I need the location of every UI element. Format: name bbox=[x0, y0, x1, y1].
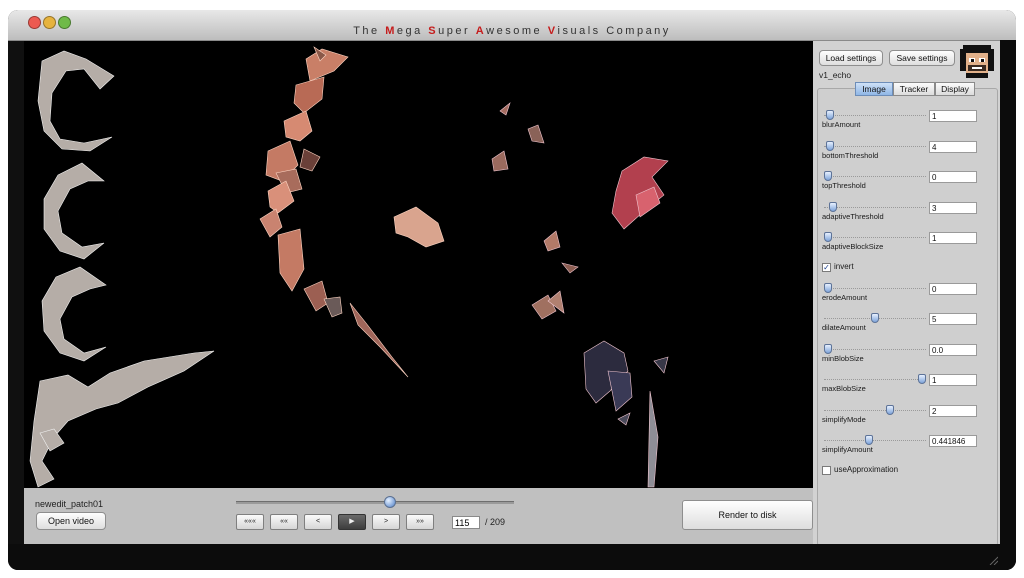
dilateAmount-label: dilateAmount bbox=[822, 323, 866, 332]
rewind-button[interactable]: «« bbox=[270, 514, 298, 530]
bottomThreshold-label: bottomThreshold bbox=[822, 150, 879, 160]
tracked-shapes-render bbox=[29, 46, 669, 488]
erodeAmount-value-field[interactable]: 0 bbox=[929, 282, 977, 295]
minBlobSize-value-field[interactable]: 0.0 bbox=[929, 343, 977, 356]
maxBlobSize-slider-knob[interactable] bbox=[918, 374, 926, 384]
blurAmount-label: blurAmount bbox=[822, 120, 861, 129]
dilateAmount-slider-knob[interactable] bbox=[871, 313, 879, 323]
simplifyMode-slider-knob[interactable] bbox=[886, 404, 895, 415]
minBlobSize-slider-knob[interactable] bbox=[824, 343, 832, 354]
render-to-disk-button[interactable]: Render to disk bbox=[682, 500, 813, 530]
adaptiveThreshold-label: adaptiveThreshold bbox=[822, 211, 884, 221]
simplifyMode-slider[interactable] bbox=[824, 409, 926, 412]
simplifyAmount-value-field[interactable]: 0.441846 bbox=[929, 435, 977, 447]
bottomThreshold-slider[interactable] bbox=[824, 145, 926, 148]
save-settings-button[interactable]: Save settings bbox=[889, 50, 955, 66]
minBlobSize-slider[interactable] bbox=[824, 348, 926, 351]
simplifyMode-value-field[interactable]: 2 bbox=[929, 404, 977, 417]
adaptiveThreshold-slider[interactable] bbox=[824, 206, 926, 209]
playback-scrubber[interactable] bbox=[236, 501, 514, 504]
bottomThreshold-slider-knob[interactable] bbox=[825, 140, 834, 151]
skip-start-button[interactable]: ««« bbox=[236, 514, 264, 530]
patch-name: newedit_patch01 bbox=[35, 499, 104, 509]
adaptiveBlockSize-label: adaptiveBlockSize bbox=[822, 242, 884, 251]
maxBlobSize-slider[interactable] bbox=[824, 379, 926, 381]
echo-shapes-left bbox=[29, 50, 215, 488]
echo-shapes-center bbox=[259, 46, 445, 378]
title-text: wesome bbox=[486, 25, 548, 37]
window-edge bbox=[1000, 40, 1016, 570]
tab-image[interactable]: Image bbox=[855, 82, 893, 96]
bottomThreshold-value-field[interactable]: 4 bbox=[929, 140, 977, 153]
window-bottom-edge bbox=[8, 544, 1016, 570]
dilateAmount-value-field[interactable]: 5 bbox=[929, 313, 977, 325]
maxBlobSize-value-field[interactable]: 1 bbox=[929, 374, 977, 386]
useApproximation-label: useApproximation bbox=[834, 464, 899, 474]
useApproximation-checkbox[interactable] bbox=[822, 465, 831, 475]
adaptiveBlockSize-slider[interactable] bbox=[824, 237, 926, 239]
title-accent-letter: V bbox=[547, 25, 558, 37]
title-text: The bbox=[353, 25, 386, 37]
maxBlobSize-label: maxBlobSize bbox=[822, 384, 866, 393]
app-window: The Mega Super Awesome Visuals Company n… bbox=[8, 10, 1016, 570]
blurAmount-slider[interactable] bbox=[824, 115, 926, 117]
resize-grip-icon[interactable] bbox=[988, 555, 998, 565]
topThreshold-label: topThreshold bbox=[822, 181, 866, 190]
invert-label: invert bbox=[834, 261, 854, 271]
total-frames-label: / 209 bbox=[485, 517, 506, 527]
erodeAmount-slider[interactable] bbox=[824, 287, 926, 290]
blurAmount-slider-knob[interactable] bbox=[825, 110, 834, 120]
title-text: uper bbox=[438, 25, 476, 37]
title-text: ega bbox=[396, 25, 429, 37]
fast-forward-button[interactable]: »» bbox=[406, 514, 434, 530]
minBlobSize-label: minBlobSize bbox=[822, 353, 864, 363]
playback-scrubber-knob[interactable] bbox=[383, 496, 396, 508]
load-settings-button[interactable]: Load settings bbox=[819, 50, 883, 66]
step-forward-button[interactable]: > bbox=[372, 514, 400, 530]
title-accent-letter: S bbox=[428, 25, 439, 37]
adaptiveThreshold-slider-knob[interactable] bbox=[828, 201, 837, 212]
settings-name: v1_echo bbox=[819, 70, 852, 80]
video-canvas[interactable] bbox=[24, 41, 813, 488]
tab-tracker[interactable]: Tracker bbox=[893, 82, 935, 96]
blurAmount-value-field[interactable]: 1 bbox=[929, 110, 977, 122]
adaptiveThreshold-value-field[interactable]: 3 bbox=[929, 201, 977, 214]
topThreshold-slider[interactable] bbox=[824, 176, 926, 178]
tab-display[interactable]: Display bbox=[935, 82, 975, 96]
step-back-button[interactable]: < bbox=[304, 514, 332, 530]
invert-checkbox[interactable]: ✓ bbox=[822, 262, 831, 272]
title-text: isuals Company bbox=[557, 25, 671, 37]
play-button[interactable]: ▶ bbox=[338, 514, 366, 530]
settings-panel: Load settings Save settings v1_echo Imag… bbox=[813, 41, 1000, 546]
simplifyAmount-label: simplifyAmount bbox=[822, 445, 873, 454]
open-video-button[interactable]: Open video bbox=[36, 512, 106, 530]
avatar-icon bbox=[960, 45, 994, 78]
topThreshold-slider-knob[interactable] bbox=[824, 171, 832, 181]
window-title: The Mega Super Awesome Visuals Company bbox=[8, 25, 1016, 37]
topThreshold-value-field[interactable]: 0 bbox=[929, 171, 977, 183]
simplifyAmount-slider[interactable] bbox=[824, 440, 926, 442]
erodeAmount-slider-knob[interactable] bbox=[824, 282, 832, 293]
erodeAmount-label: erodeAmount bbox=[822, 292, 868, 302]
title-bar: The Mega Super Awesome Visuals Company bbox=[8, 10, 1016, 41]
adaptiveBlockSize-slider-knob[interactable] bbox=[824, 232, 832, 242]
echo-shapes-right bbox=[491, 102, 669, 488]
title-accent-letter: A bbox=[475, 25, 487, 37]
adaptiveBlockSize-value-field[interactable]: 1 bbox=[929, 232, 977, 244]
simplifyMode-label: simplifyMode bbox=[822, 414, 866, 424]
current-frame-input[interactable]: 115 bbox=[452, 516, 480, 529]
playback-bar: newedit_patch01 Open video ««« «« < ▶ >»» 11… bbox=[24, 488, 813, 544]
title-accent-letter: M bbox=[385, 25, 397, 37]
